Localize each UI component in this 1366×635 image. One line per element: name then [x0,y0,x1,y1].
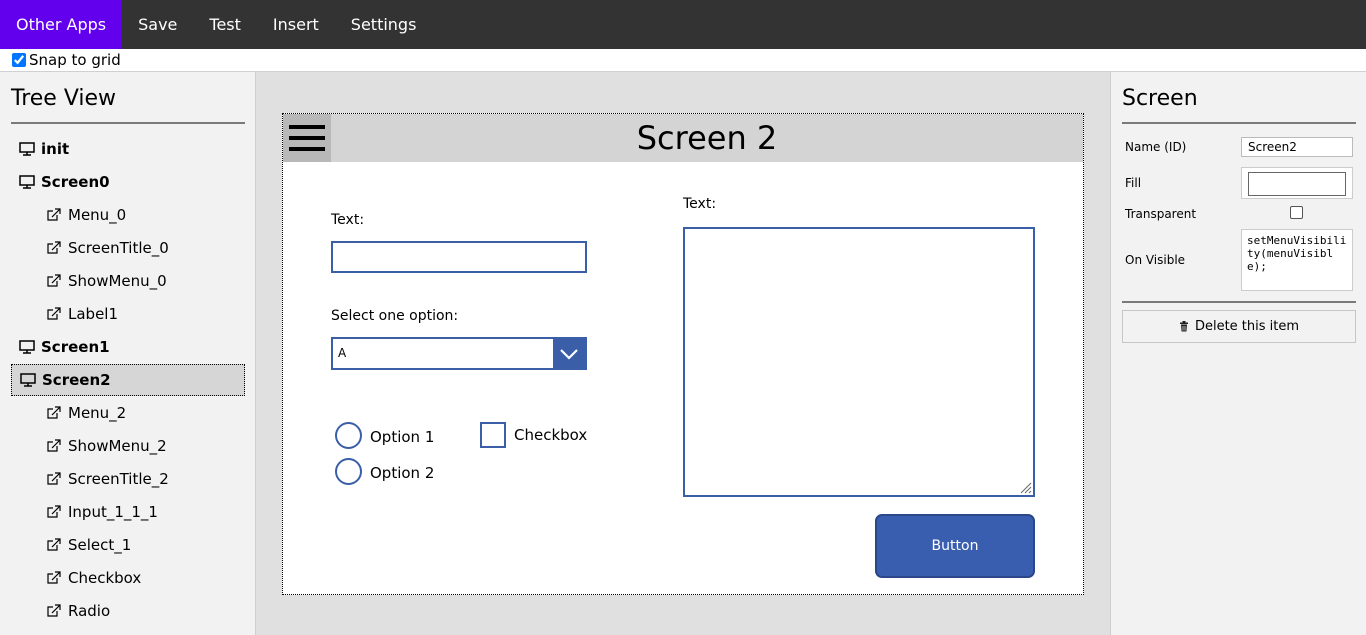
menu-settings[interactable]: Settings [335,0,433,49]
select-label[interactable]: Select one option: [331,308,458,324]
select-value: A [338,346,347,360]
fill-label: Fill [1125,176,1142,190]
menu-insert[interactable]: Insert [257,0,335,49]
tree-item-label: Menu_0 [68,206,127,224]
menu-test[interactable]: Test [193,0,257,49]
tree-item-label: Screen2 [42,371,111,389]
external-link-icon [46,307,68,321]
screen-title[interactable]: Screen 2 [331,114,1083,162]
tree-item-label: Screen0 [41,173,110,191]
tree-item-label: Radio [68,602,111,620]
radio-option-1-label[interactable]: Option 1 [370,428,434,446]
tree-item-label: ShowMenu_0 [68,272,167,290]
snap-to-grid-checkbox[interactable] [12,53,26,67]
external-link-icon [46,208,68,222]
external-link-icon [46,505,68,519]
screen-preview[interactable]: Screen 2 Text: Select one option: A Opti… [282,113,1084,595]
tree-item-element[interactable]: ScreenTitle_0 [11,232,245,264]
tree-item-screen[interactable]: Screen1 [11,331,245,363]
snap-to-grid-label[interactable]: Snap to grid [29,51,121,69]
external-link-icon [46,604,68,618]
delete-item-button[interactable]: Delete this item [1122,310,1356,343]
hamburger-menu-icon[interactable] [283,114,331,162]
properties-title: Screen [1122,86,1198,111]
external-link-icon [46,406,68,420]
external-link-icon [46,439,68,453]
tree-item-element[interactable]: Checkbox [11,562,245,594]
monitor-icon [19,340,41,354]
tree-item-screen[interactable]: Screen0 [11,166,245,198]
tree-item-element[interactable]: ScreenTitle_2 [11,463,245,495]
button[interactable]: Button [875,514,1035,578]
tree-item-screen[interactable]: init [11,133,245,165]
tree-item-label: Checkbox [68,569,142,587]
snap-to-grid-row: Snap to grid [0,49,1366,72]
transparent-checkbox[interactable] [1290,206,1303,219]
tree-view-panel: Tree View init Screen0 Menu_0 ScreenTitle_0… [0,72,256,635]
resize-grip-icon[interactable] [1020,482,1032,494]
on-visible-label: On Visible [1125,253,1186,267]
tree-item-screen[interactable]: Screen2 [11,364,245,396]
tree-item-label: ShowMenu_2 [68,437,167,455]
monitor-icon [19,142,41,156]
chevron-down-icon[interactable] [553,339,585,368]
tree-item-element[interactable]: Input_1_1_1 [11,496,245,528]
delete-item-label: Delete this item [1194,319,1300,334]
tree-item-label: Label1 [68,305,119,323]
screen-header: Screen 2 [283,114,1083,162]
monitor-icon [19,175,41,189]
properties-divider-2 [1122,301,1356,303]
tree-view-divider [11,122,245,124]
fill-color-swatch[interactable] [1248,172,1346,196]
external-link-icon [46,571,68,585]
checkbox[interactable] [480,422,506,448]
menu-save[interactable]: Save [122,0,193,49]
text-input[interactable] [331,241,587,273]
tree-item-label: ScreenTitle_2 [68,470,169,488]
tree-item-label: init [41,140,70,158]
radio-option-2-label[interactable]: Option 2 [370,464,434,482]
name-id-input[interactable]: Screen2 [1241,137,1353,157]
external-link-icon [46,538,68,552]
properties-divider [1122,122,1356,124]
external-link-icon [46,274,68,288]
monitor-icon [20,373,42,387]
fill-color-picker[interactable] [1241,167,1353,199]
tree-item-label: Menu_2 [68,404,127,422]
properties-panel: Screen Name (ID) Screen2 Fill Transparen… [1110,72,1366,635]
design-canvas: Screen 2 Text: Select one option: A Opti… [256,72,1110,635]
tree-item-element[interactable]: Menu_0 [11,199,245,231]
trash-icon [1179,321,1188,332]
menubar: Other Apps Save Test Insert Settings [0,0,1366,49]
tree-item-label: ScreenTitle_0 [68,239,169,257]
radio-option-2[interactable] [335,458,362,485]
checkbox-label[interactable]: Checkbox [514,426,587,444]
textarea[interactable] [683,227,1035,497]
external-link-icon [46,241,68,255]
menu-other-apps[interactable]: Other Apps [0,0,123,49]
tree-item-element[interactable]: ShowMenu_2 [11,430,245,462]
text-input-label[interactable]: Text: [331,212,364,228]
tree-item-element[interactable]: Label1 [11,298,245,330]
tree-item-element[interactable]: Select_1 [11,529,245,561]
select-dropdown[interactable]: A [331,337,587,370]
tree-item-label: Input_1_1_1 [68,503,158,521]
radio-option-1[interactable] [335,422,362,449]
tree-item-label: Screen1 [41,338,110,356]
textarea-label[interactable]: Text: [683,196,716,212]
on-visible-code-editor[interactable]: setMenuVisibility(menuVisible); [1241,229,1353,291]
tree-item-label: Select_1 [68,536,132,554]
tree-view-title: Tree View [11,86,117,111]
transparent-label: Transparent [1125,207,1197,221]
tree-item-element[interactable]: Radio [11,595,245,627]
name-id-label: Name (ID) [1125,140,1187,154]
tree-item-element[interactable]: ShowMenu_0 [11,265,245,297]
tree-item-element[interactable]: Menu_2 [11,397,245,429]
external-link-icon [46,472,68,486]
